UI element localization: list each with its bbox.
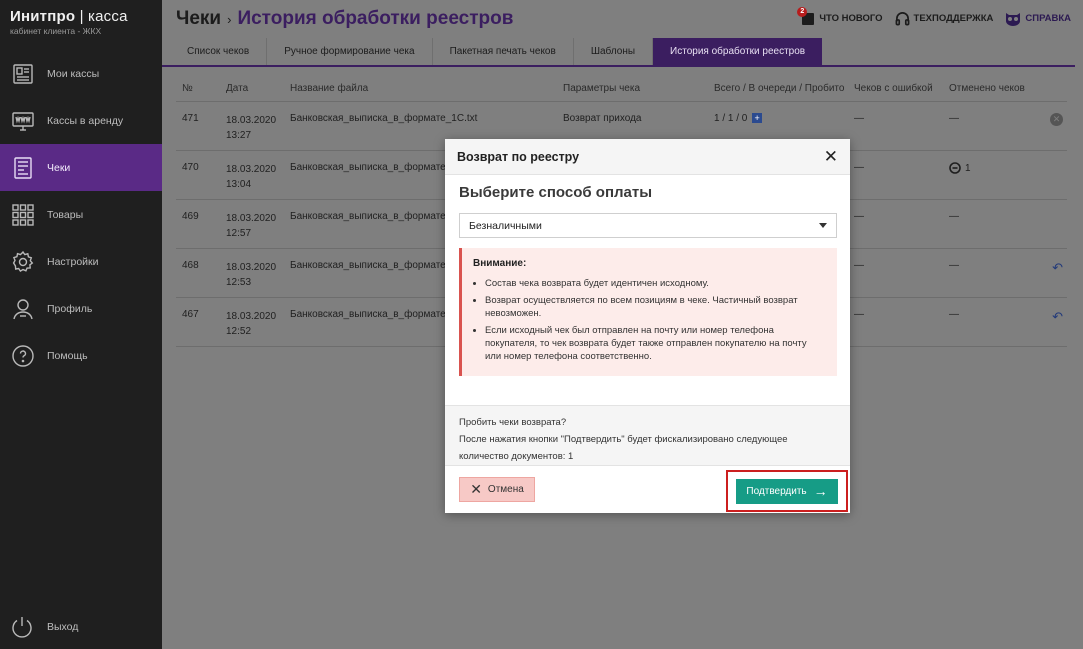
help-label: СПРАВКА bbox=[1025, 13, 1071, 24]
modal-title: Возврат по реестру bbox=[457, 149, 580, 164]
warning-item: Возврат осуществляется по всем позициям … bbox=[485, 294, 825, 320]
close-icon: ✕ bbox=[470, 481, 482, 497]
document-count: количество документов: 1 bbox=[459, 451, 574, 462]
col-params: Параметры чека bbox=[563, 82, 641, 94]
modal-header: Возврат по реестру ✕ bbox=[445, 139, 850, 175]
logout-label: Выход bbox=[47, 621, 79, 633]
page-header: Чеки › История обработки реестров 2 ЧТО … bbox=[162, 0, 1083, 38]
undo-icon[interactable]: ↶ bbox=[1052, 260, 1063, 275]
logout-button[interactable]: Выход bbox=[10, 615, 78, 639]
col-file: Название файла bbox=[290, 82, 369, 94]
sidebar: Инитпро | касса кабинет клиента - ЖКХ Мо… bbox=[0, 0, 162, 649]
brand-logo[interactable]: Инитпро | касса кабинет клиента - ЖКХ bbox=[0, 0, 162, 44]
payment-method-value: Безналичными bbox=[469, 219, 542, 232]
sidebar-item-my-kassy[interactable]: Мои кассы bbox=[0, 50, 162, 97]
close-icon[interactable]: ✕ bbox=[824, 148, 838, 165]
receipt-icon bbox=[10, 155, 36, 181]
headphones-icon bbox=[895, 12, 909, 26]
cancel-label: Отмена bbox=[487, 483, 524, 495]
support-link[interactable]: ТЕХПОДДЕРЖКА bbox=[895, 11, 994, 26]
col-no: № bbox=[182, 82, 193, 94]
page-subtitle: История обработки реестров bbox=[237, 8, 514, 29]
whats-new-link[interactable]: 2 ЧТО НОВОГО bbox=[797, 6, 883, 26]
user-icon bbox=[10, 296, 36, 322]
warning-list: Состав чека возврата будет идентичен исх… bbox=[473, 277, 825, 363]
sidebar-item-tovary[interactable]: Товары bbox=[0, 191, 162, 238]
brand-name: Инитпро bbox=[10, 8, 76, 25]
news-badge: 2 bbox=[797, 6, 808, 17]
gear-icon bbox=[10, 249, 36, 275]
col-errors: Чеков с ошибкой bbox=[854, 82, 933, 94]
undo-icon[interactable]: ↶ bbox=[1052, 309, 1063, 324]
sidebar-item-label: Помощь bbox=[47, 349, 88, 362]
sidebar-item-label: Настройки bbox=[47, 255, 99, 268]
sidebar-item-cheki[interactable]: Чеки bbox=[0, 144, 162, 191]
sidebar-item-label: Товары bbox=[47, 208, 84, 221]
col-total: Всего / В очереди / Пробито bbox=[714, 82, 845, 94]
chevron-down-icon bbox=[819, 223, 827, 228]
warning-item: Если исходный чек был отправлен на почту… bbox=[485, 324, 825, 363]
tab-registry-history[interactable]: История обработки реестров bbox=[653, 38, 823, 65]
warning-box: Внимание: Состав чека возврата будет иде… bbox=[459, 248, 837, 376]
confirm-label: Подтвердить bbox=[746, 485, 807, 497]
modal-footer: ✕ Отмена Подтвердить → bbox=[445, 466, 850, 512]
payment-method-select[interactable]: Безналичными bbox=[459, 213, 837, 238]
tab-templates[interactable]: Шаблоны bbox=[574, 38, 654, 65]
arrow-right-icon: → bbox=[813, 483, 828, 499]
owl-icon bbox=[1006, 12, 1021, 26]
tab-receipt-list[interactable]: Список чеков bbox=[170, 38, 268, 65]
top-links: 2 ЧТО НОВОГО ТЕХПОДДЕРЖКА СПРАВКА bbox=[797, 6, 1071, 26]
col-date: Дата bbox=[226, 82, 249, 94]
page-title: Чеки bbox=[176, 8, 222, 29]
news-icon: 2 bbox=[797, 6, 815, 26]
modal-body: Выберите способ оплаты Безналичными Вним… bbox=[445, 175, 850, 405]
cancel-button[interactable]: ✕ Отмена bbox=[459, 476, 535, 502]
sidebar-item-label: Профиль bbox=[47, 302, 93, 315]
brand-subtitle: кабинет клиента - ЖКХ bbox=[10, 26, 102, 36]
cash-register-icon bbox=[10, 61, 36, 87]
expand-plus-icon[interactable]: + bbox=[752, 113, 763, 124]
confirm-highlight: Подтвердить → bbox=[726, 470, 848, 512]
support-label: ТЕХПОДДЕРЖКА bbox=[913, 13, 994, 24]
tab-batch-print[interactable]: Пакетная печать чеков bbox=[433, 38, 574, 65]
col-cancelled: Отменено чеков bbox=[949, 82, 1025, 94]
sidebar-nav: Мои кассы Кассы в аренду Чеки Товары Нас… bbox=[0, 50, 162, 379]
grid-icon bbox=[10, 202, 36, 228]
breadcrumb-separator: › bbox=[227, 11, 232, 27]
sidebar-item-help[interactable]: Помощь bbox=[0, 332, 162, 379]
minus-circle-icon bbox=[949, 162, 961, 174]
payment-method-heading: Выберите способ оплаты bbox=[459, 184, 653, 201]
sidebar-item-kassy-rent[interactable]: Кассы в аренду bbox=[0, 97, 162, 144]
confirm-description: После нажатия кнопки "Подтвердить" будет… bbox=[459, 434, 788, 445]
question-icon bbox=[10, 343, 36, 369]
www-monitor-icon bbox=[10, 108, 36, 134]
table-header: № Дата Название файла Параметры чека Все… bbox=[176, 75, 1067, 102]
refund-modal: Возврат по реестру ✕ Выберите способ опл… bbox=[445, 139, 850, 513]
power-icon bbox=[12, 617, 32, 638]
close-circle-icon[interactable]: ✕ bbox=[1050, 113, 1063, 126]
sidebar-item-settings[interactable]: Настройки bbox=[0, 238, 162, 285]
sidebar-item-label: Мои кассы bbox=[47, 67, 100, 80]
tab-manual-receipt[interactable]: Ручное формирование чека bbox=[267, 38, 433, 65]
sidebar-item-label: Чеки bbox=[47, 161, 71, 174]
sidebar-item-label: Кассы в аренду bbox=[47, 114, 124, 127]
whats-new-label: ЧТО НОВОГО bbox=[819, 13, 883, 24]
brand-name-suffix: | касса bbox=[75, 8, 128, 25]
warning-title: Внимание: bbox=[473, 258, 527, 269]
confirm-question: Пробить чеки возврата? bbox=[459, 417, 567, 428]
warning-item: Состав чека возврата будет идентичен исх… bbox=[485, 277, 825, 290]
confirm-info: Пробить чеки возврата? После нажатия кно… bbox=[445, 405, 850, 466]
help-link[interactable]: СПРАВКА bbox=[1005, 12, 1071, 26]
confirm-button[interactable]: Подтвердить → bbox=[736, 478, 838, 504]
sidebar-item-profile[interactable]: Профиль bbox=[0, 285, 162, 332]
tab-bar: Список чеков Ручное формирование чека Па… bbox=[162, 38, 1075, 67]
